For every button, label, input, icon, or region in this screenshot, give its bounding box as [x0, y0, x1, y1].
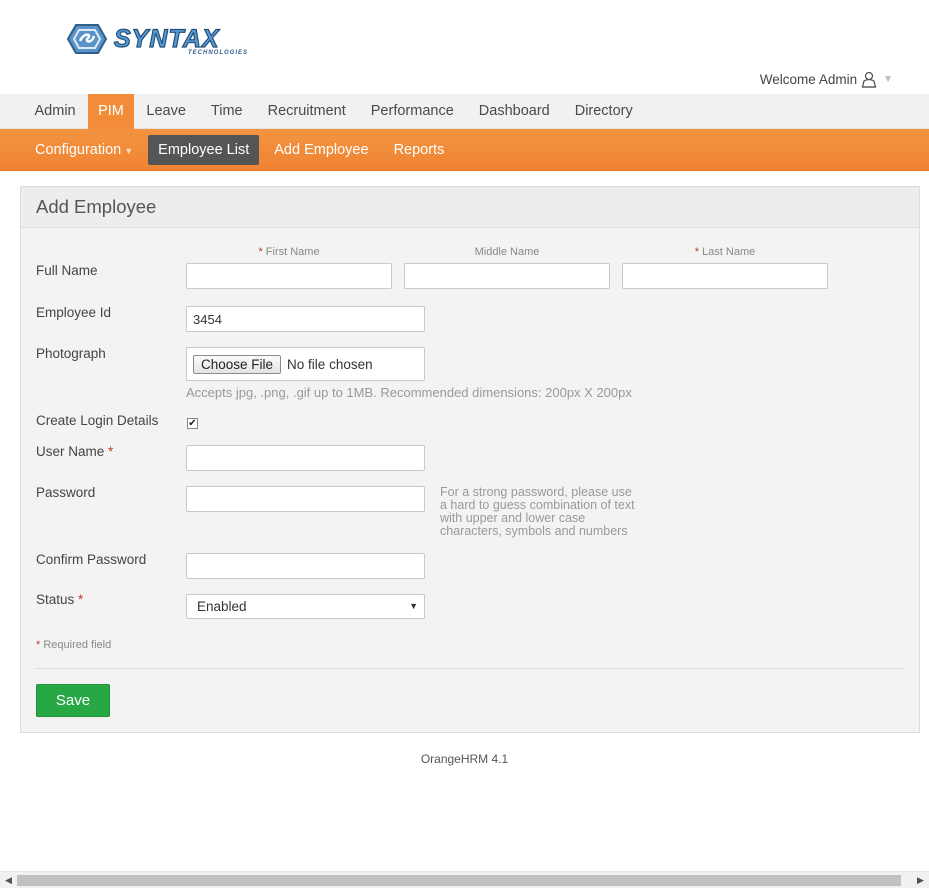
panel-header: Add Employee: [21, 187, 919, 228]
divider: [36, 668, 904, 669]
submenu-item-configuration[interactable]: Configuration ▼: [25, 135, 143, 165]
status-selected-value: Enabled: [197, 599, 247, 614]
logo-subtext: TECHNOLOGIES: [188, 50, 248, 56]
menu-item-pim[interactable]: PIM: [88, 94, 134, 129]
required-field-note: * Required field: [36, 639, 112, 651]
required-star: *: [108, 444, 114, 459]
scroll-right-icon[interactable]: ▶: [912, 873, 929, 887]
welcome-text[interactable]: Welcome Admin: [760, 72, 857, 87]
scroll-left-icon[interactable]: ◀: [0, 873, 17, 887]
employee-id-input[interactable]: [186, 306, 425, 332]
company-logo: SYNTAX TECHNOLOGIES: [66, 22, 262, 56]
employee-id-label: Employee Id: [36, 305, 112, 320]
choose-file-button[interactable]: Choose File: [193, 354, 282, 374]
chevron-down-icon: ▼: [883, 74, 893, 85]
menu-item-recruitment[interactable]: Recruitment: [255, 94, 358, 129]
submenu-item-reports[interactable]: Reports: [384, 135, 455, 165]
menu-item-performance[interactable]: Performance: [358, 94, 466, 129]
password-hint: For a strong password, please use a hard…: [440, 485, 635, 538]
username-input[interactable]: [186, 445, 425, 471]
welcome-menu[interactable]: Welcome Admin ▼: [760, 71, 893, 88]
last-name-label: * Last Name: [694, 246, 756, 258]
logo-text: SYNTAX: [114, 25, 220, 53]
password-label: Password: [36, 485, 96, 500]
menu-item-admin[interactable]: Admin: [22, 94, 88, 129]
menu-item-directory[interactable]: Directory: [562, 94, 645, 129]
create-login-label: Create Login Details: [36, 413, 159, 428]
menu-item-time[interactable]: Time: [198, 94, 255, 129]
photo-hint: Accepts jpg, .png, .gif up to 1MB. Recom…: [186, 385, 632, 400]
required-star: *: [694, 246, 699, 258]
photograph-label: Photograph: [36, 346, 106, 361]
page-title: Add Employee: [36, 196, 157, 217]
first-name-input[interactable]: [186, 263, 392, 289]
confirm-password-input[interactable]: [186, 553, 425, 579]
username-label: User Name *: [36, 444, 114, 459]
footer-version: OrangeHRM 4.1: [420, 752, 509, 766]
middle-name-label: Middle Name: [474, 246, 540, 258]
add-employee-panel: Add Employee Full Name * First Name Midd…: [20, 186, 920, 733]
first-name-label: * First Name: [258, 246, 320, 258]
no-file-text: No file chosen: [287, 356, 373, 372]
submenu-item-employee-list[interactable]: Employee List: [148, 135, 260, 165]
main-menu: Admin PIM Leave Time Recruitment Perform…: [0, 94, 929, 129]
scrollbar-thumb[interactable]: [17, 875, 901, 886]
full-name-label: Full Name: [36, 263, 98, 278]
chevron-down-icon: ▼: [124, 146, 134, 156]
user-icon: [861, 71, 877, 88]
dropdown-arrow-icon: ▼: [409, 601, 418, 611]
status-select[interactable]: Enabled ▼: [186, 594, 425, 619]
confirm-password-label: Confirm Password: [36, 552, 147, 567]
required-star: *: [78, 592, 84, 607]
save-button[interactable]: Save: [36, 684, 110, 717]
submenu-item-add-employee[interactable]: Add Employee: [264, 135, 378, 165]
menu-item-dashboard[interactable]: Dashboard: [466, 94, 562, 129]
photograph-file-input[interactable]: Choose File No file chosen: [186, 347, 425, 381]
required-star: *: [258, 246, 263, 258]
submenu-configuration-label: Configuration: [35, 142, 122, 158]
create-login-checkbox[interactable]: ✔: [187, 418, 198, 429]
status-label: Status *: [36, 592, 84, 607]
menu-item-leave[interactable]: Leave: [134, 94, 199, 129]
last-name-input[interactable]: [622, 263, 828, 289]
middle-name-input[interactable]: [404, 263, 610, 289]
horizontal-scrollbar[interactable]: ◀ ▶: [0, 871, 929, 888]
sub-menu: Configuration ▼ Employee List Add Employe…: [0, 129, 929, 171]
password-input[interactable]: [186, 486, 425, 512]
